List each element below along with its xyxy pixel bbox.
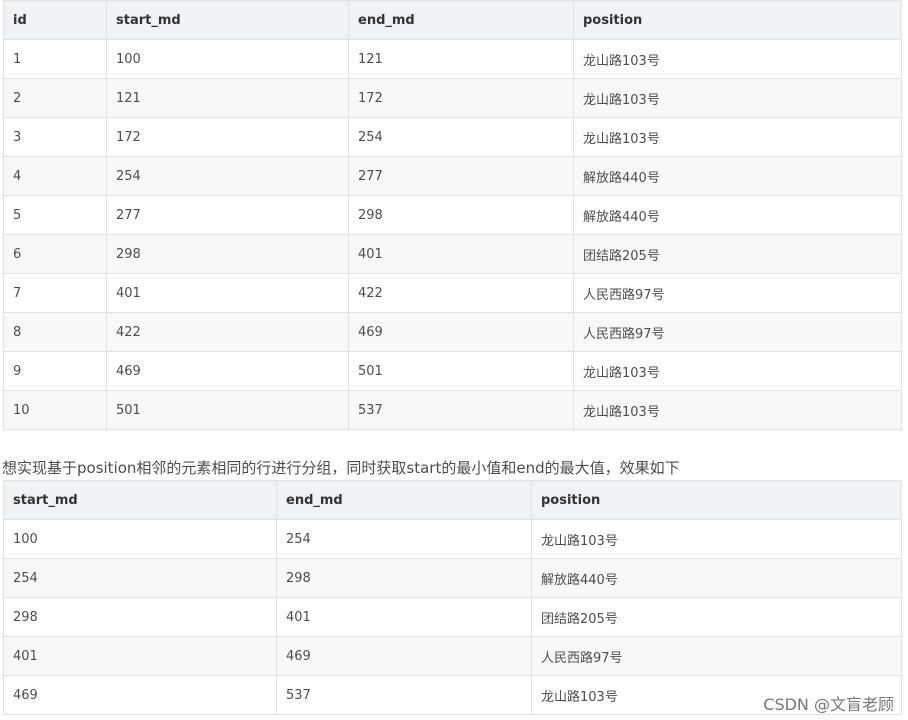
table-row: 10 501 537 龙山路103号 — [3, 390, 902, 430]
table-row: 8 422 469 人民西路97号 — [3, 312, 902, 352]
table-row: 3 172 254 龙山路103号 — [3, 117, 902, 157]
column-header-position: position — [531, 480, 902, 520]
cell-end-md: 277 — [348, 156, 574, 196]
cell-position: 团结路205号 — [531, 597, 902, 637]
cell-start-md: 469 — [106, 351, 349, 391]
cell-position: 人民西路97号 — [573, 312, 902, 352]
description-text: 想实现基于position相邻的元素相同的行进行分组，同时获取start的最小值… — [2, 459, 680, 477]
header-row: id start_md end_md position — [3, 0, 902, 40]
cell-id: 3 — [3, 117, 107, 157]
cell-end-md: 254 — [276, 519, 532, 559]
column-header-end-md: end_md — [348, 0, 574, 40]
header-row: start_md end_md position — [3, 480, 902, 520]
cell-id: 8 — [3, 312, 107, 352]
table-row: 4 254 277 解放路440号 — [3, 156, 902, 196]
cell-start-md: 254 — [106, 156, 349, 196]
column-header-position: position — [573, 0, 902, 40]
cell-position: 人民西路97号 — [573, 273, 902, 313]
table-row: 9 469 501 龙山路103号 — [3, 351, 902, 391]
cell-end-md: 298 — [348, 195, 574, 235]
table-row: 254 298 解放路440号 — [3, 558, 902, 598]
cell-start-md: 254 — [3, 558, 277, 598]
cell-id: 1 — [3, 39, 107, 79]
table-row: 1 100 121 龙山路103号 — [3, 39, 902, 79]
cell-position: 龙山路103号 — [573, 390, 902, 430]
watermark-text: CSDN @文盲老顾 — [763, 695, 894, 714]
cell-end-md: 537 — [348, 390, 574, 430]
cell-end-md: 254 — [348, 117, 574, 157]
cell-id: 10 — [3, 390, 107, 430]
cell-start-md: 469 — [3, 675, 277, 715]
result-table: start_md end_md position 100 254 龙山路103号 25… — [3, 480, 902, 715]
cell-end-md: 469 — [276, 636, 532, 676]
cell-end-md: 422 — [348, 273, 574, 313]
cell-position: 解放路440号 — [573, 195, 902, 235]
table-body: 1 100 121 龙山路103号 2 121 172 龙山路103号 3 172 254 龙山路10… — [3, 39, 902, 430]
table-row: 6 298 401 团结路205号 — [3, 234, 902, 274]
cell-start-md: 100 — [3, 519, 277, 559]
cell-start-md: 501 — [106, 390, 349, 430]
table-row: 401 469 人民西路97号 — [3, 636, 902, 676]
cell-position: 龙山路103号 — [573, 117, 902, 157]
cell-position: 龙山路103号 — [573, 351, 902, 391]
cell-id: 7 — [3, 273, 107, 313]
cell-position: 人民西路97号 — [531, 636, 902, 676]
table-header: start_md end_md position — [3, 480, 902, 520]
cell-id: 9 — [3, 351, 107, 391]
cell-start-md: 100 — [106, 39, 349, 79]
cell-start-md: 401 — [3, 636, 277, 676]
cell-position: 解放路440号 — [531, 558, 902, 598]
column-header-id: id — [3, 0, 107, 40]
cell-id: 4 — [3, 156, 107, 196]
cell-position: 龙山路103号 — [573, 39, 902, 79]
cell-end-md: 172 — [348, 78, 574, 118]
cell-start-md: 401 — [106, 273, 349, 313]
cell-start-md: 121 — [106, 78, 349, 118]
cell-id: 6 — [3, 234, 107, 274]
cell-end-md: 501 — [348, 351, 574, 391]
cell-end-md: 469 — [348, 312, 574, 352]
cell-end-md: 298 — [276, 558, 532, 598]
cell-start-md: 277 — [106, 195, 349, 235]
cell-position: 龙山路103号 — [531, 519, 902, 559]
cell-start-md: 298 — [106, 234, 349, 274]
table-row: 2 121 172 龙山路103号 — [3, 78, 902, 118]
cell-position: 团结路205号 — [573, 234, 902, 274]
cell-id: 2 — [3, 78, 107, 118]
cell-position: 解放路440号 — [573, 156, 902, 196]
cell-start-md: 172 — [106, 117, 349, 157]
table-row: 100 254 龙山路103号 — [3, 519, 902, 559]
cell-start-md: 422 — [106, 312, 349, 352]
cell-end-md: 401 — [276, 597, 532, 637]
table-row: 298 401 团结路205号 — [3, 597, 902, 637]
source-data-table: id start_md end_md position 1 100 121 龙山路10… — [3, 0, 902, 430]
cell-start-md: 298 — [3, 597, 277, 637]
column-header-end-md: end_md — [276, 480, 532, 520]
cell-end-md: 401 — [348, 234, 574, 274]
cell-end-md: 537 — [276, 675, 532, 715]
column-header-start-md: start_md — [3, 480, 277, 520]
column-header-start-md: start_md — [106, 0, 349, 40]
cell-position: 龙山路103号 — [573, 78, 902, 118]
table-row: 7 401 422 人民西路97号 — [3, 273, 902, 313]
cell-end-md: 121 — [348, 39, 574, 79]
table-header: id start_md end_md position — [3, 0, 902, 40]
table-body: 100 254 龙山路103号 254 298 解放路440号 298 401 团结路205号 4… — [3, 519, 902, 715]
cell-id: 5 — [3, 195, 107, 235]
table-row: 5 277 298 解放路440号 — [3, 195, 902, 235]
